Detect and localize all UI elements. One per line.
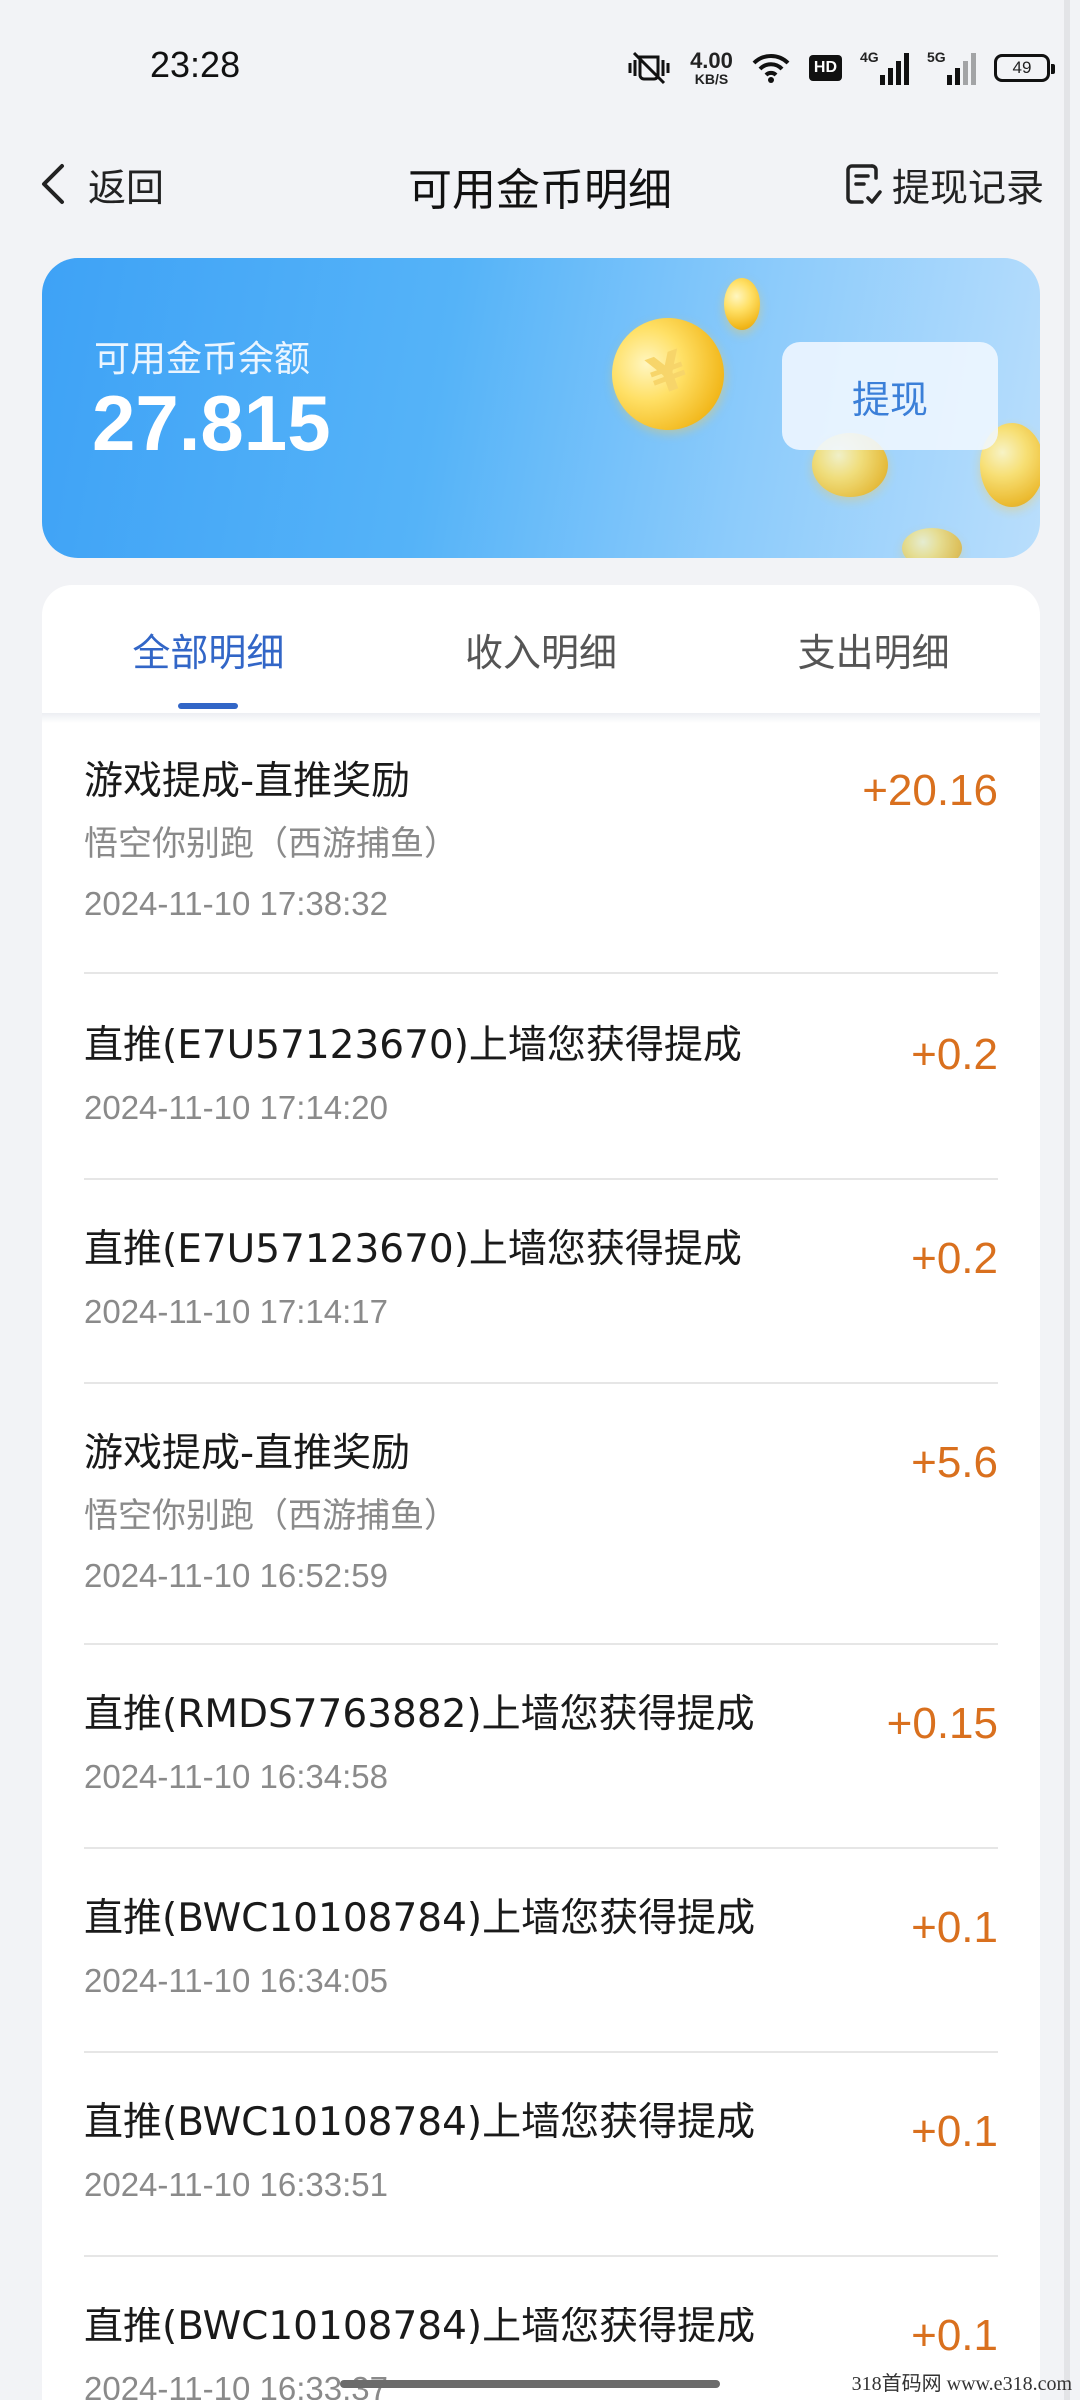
divider [84, 2255, 998, 2257]
list-item[interactable]: 直推(BWC10108784)上墙您获得提成 2024-11-10 16:33:… [84, 2103, 998, 2201]
status-bar: 23:28 4.00 KB/S HD 4G 5G 49 [0, 0, 1080, 130]
signal-4g-icon: 4G [860, 49, 909, 85]
divider [84, 1847, 998, 1849]
divider [84, 2051, 998, 2053]
divider [84, 1643, 998, 1645]
record-amount: +0.2 [911, 1234, 998, 1283]
home-indicator[interactable] [340, 2380, 720, 2388]
list-item[interactable]: 游戏提成-直推奖励 悟空你别跑（西游捕鱼） 2024-11-10 17:38:3… [84, 762, 998, 920]
signal-5g-icon: 5G [927, 49, 976, 85]
record-time: 2024-11-10 17:14:17 [84, 1293, 388, 1330]
record-subtitle: 悟空你别跑（西游捕鱼） [84, 1496, 458, 1536]
status-icons: 4.00 KB/S HD 4G 5G 49 [626, 44, 1055, 92]
list-item[interactable]: 游戏提成-直推奖励 悟空你别跑（西游捕鱼） 2024-11-10 16:52:5… [84, 1434, 998, 1592]
wifi-icon [751, 52, 791, 84]
list-item[interactable]: 直推(BWC10108784)上墙您获得提成 2024-11-10 16:34:… [84, 1899, 998, 1997]
balance-value: 27.815 [92, 379, 331, 467]
tab-income-details[interactable]: 收入明细 [375, 585, 708, 713]
record-title: 直推(E7U57123670)上墙您获得提成 [84, 1227, 742, 1272]
hd-icon: HD [808, 55, 842, 81]
network-speed-value: 4.00 [690, 48, 733, 73]
record-amount: +5.6 [911, 1438, 998, 1487]
detail-tabs: 全部明细 收入明细 支出明细 [42, 585, 1040, 713]
record-title: 游戏提成-直推奖励 [84, 1431, 411, 1476]
signal-5g-label: 5G [927, 49, 946, 65]
record-amount: +20.16 [862, 766, 998, 815]
nav-bar: 返回 可用金币明细 提现记录 [0, 140, 1080, 230]
network-speed-unit: KB/S [694, 71, 729, 87]
record-time: 2024-11-10 16:33:51 [84, 2166, 388, 2203]
record-amount: +0.1 [911, 2311, 998, 2360]
record-time: 2024-11-10 16:34:58 [84, 1758, 388, 1795]
balance-card: 可用金币余额 27.815 ¥ 提现 [42, 258, 1040, 558]
tab-expense-details-label: 支出明细 [797, 630, 950, 675]
record-title: 游戏提成-直推奖励 [84, 759, 411, 804]
record-title: 直推(BWC10108784)上墙您获得提成 [84, 1896, 756, 1941]
tab-all-details[interactable]: 全部明细 [42, 585, 375, 713]
record-time: 2024-11-10 17:38:32 [84, 885, 388, 922]
balance-label: 可用金币余额 [94, 339, 311, 380]
record-time: 2024-11-10 16:52:59 [84, 1557, 388, 1594]
network-speed: 4.00 KB/S [690, 48, 733, 87]
divider [84, 1382, 998, 1384]
tab-income-details-label: 收入明细 [465, 630, 618, 675]
list-item[interactable]: 直推(E7U57123670)上墙您获得提成 2024-11-10 17:14:… [84, 1026, 998, 1124]
record-amount: +0.1 [911, 1903, 998, 1952]
coin-icon: ¥ [596, 302, 740, 446]
coin-icon [724, 278, 760, 330]
coin-icon [902, 528, 962, 558]
list-item[interactable]: 直推(RMDS7763882)上墙您获得提成 2024-11-10 16:34:… [84, 1695, 998, 1793]
record-time: 2024-11-10 17:14:20 [84, 1089, 388, 1126]
record-title: 直推(BWC10108784)上墙您获得提成 [84, 2100, 756, 2145]
scrollbar[interactable] [1064, 0, 1070, 2400]
list-item[interactable]: 直推(E7U57123670)上墙您获得提成 2024-11-10 17:14:… [84, 1230, 998, 1328]
record-amount: +0.1 [911, 2107, 998, 2156]
record-document-icon [846, 164, 882, 204]
tab-expense-details[interactable]: 支出明细 [707, 585, 1040, 713]
record-title: 直推(BWC10108784)上墙您获得提成 [84, 2307, 756, 2349]
withdraw-button[interactable]: 提现 [782, 342, 998, 450]
record-time: 2024-11-10 16:34:05 [84, 1962, 388, 1999]
record-title: 直推(RMDS7763882)上墙您获得提成 [84, 1692, 755, 1737]
tabs-divider [42, 713, 1040, 723]
withdraw-record-label: 提现记录 [891, 165, 1044, 210]
record-title: 直推(E7U57123670)上墙您获得提成 [84, 1023, 742, 1068]
tab-all-details-label: 全部明细 [132, 630, 285, 675]
withdraw-record-button[interactable]: 提现记录 [844, 154, 1044, 214]
tab-active-indicator [178, 703, 239, 709]
record-amount: +0.15 [886, 1699, 998, 1748]
record-amount: +0.2 [911, 1030, 998, 1079]
battery-icon: 49 [994, 54, 1055, 82]
watermark: 318首码网 www.e318.com [851, 2373, 1072, 2395]
divider [84, 1178, 998, 1180]
signal-4g-label: 4G [860, 49, 879, 65]
divider [84, 972, 998, 974]
record-subtitle: 悟空你别跑（西游捕鱼） [84, 824, 458, 864]
mute-vibrate-icon [626, 51, 672, 85]
status-time: 23:28 [150, 44, 241, 85]
